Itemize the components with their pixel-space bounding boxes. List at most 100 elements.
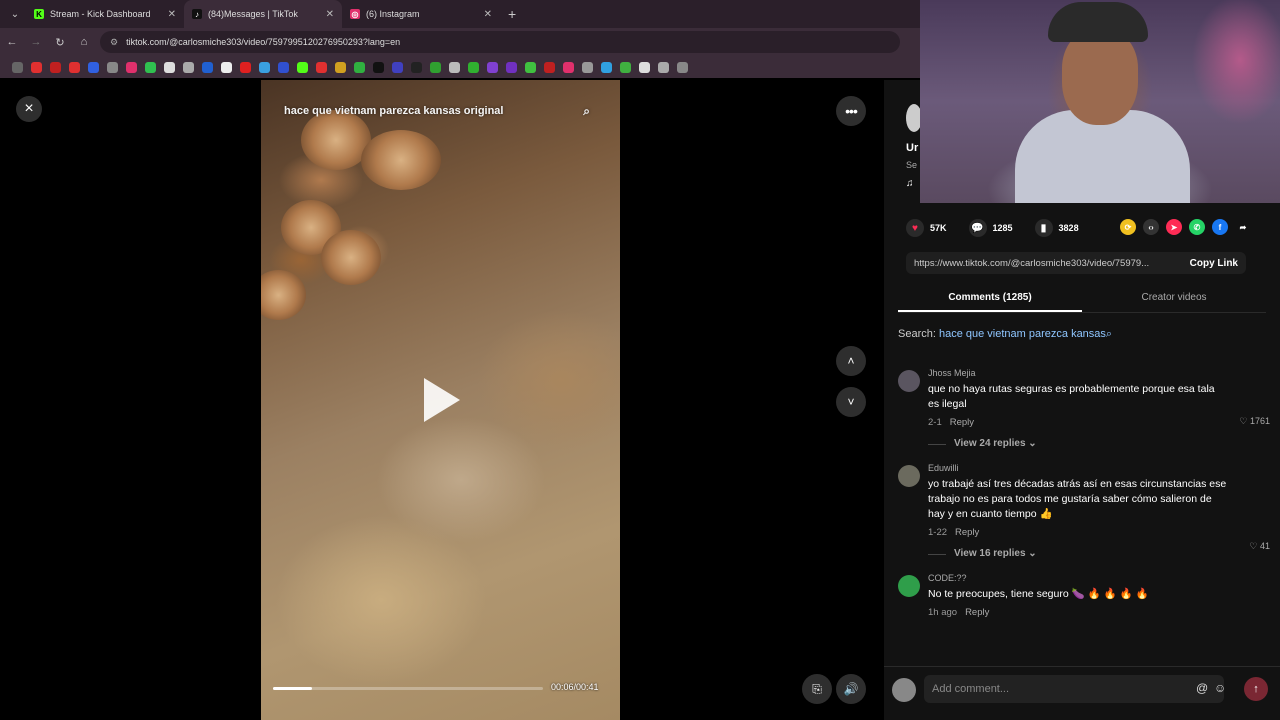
whatsapp-icon[interactable]: ✆: [1189, 219, 1205, 235]
video-search-suggestion[interactable]: hace que vietnam parezca kansas original…: [272, 98, 602, 124]
play-icon[interactable]: [424, 378, 460, 422]
copy-link-button[interactable]: Copy Link: [1190, 258, 1238, 269]
tab-comments[interactable]: Comments (1285): [898, 285, 1082, 312]
bookmark-icon[interactable]: [449, 61, 460, 73]
home-icon[interactable]: ⌂: [72, 36, 96, 48]
more-options-button[interactable]: •••: [836, 96, 866, 126]
bookmark-icon[interactable]: [50, 61, 61, 73]
bookmark-icon[interactable]: [677, 61, 688, 73]
view-replies-button[interactable]: View 24 replies ⌄: [928, 438, 1270, 449]
bookmark-icon[interactable]: [658, 61, 669, 73]
reply-button[interactable]: Reply: [950, 417, 974, 428]
bookmark-icon[interactable]: [468, 61, 479, 73]
comment-input[interactable]: [924, 675, 1224, 703]
close-tab-icon[interactable]: ✕: [168, 9, 176, 20]
bookmark-icon[interactable]: [582, 61, 593, 73]
reply-button[interactable]: Reply: [965, 607, 989, 618]
video-progress-fill: [273, 687, 313, 690]
site-info-icon[interactable]: ⚙: [110, 37, 118, 48]
kick-icon: K: [34, 9, 44, 19]
bookmark-icon[interactable]: [278, 61, 289, 73]
volume-button[interactable]: 🔊: [836, 674, 866, 704]
back-icon[interactable]: ←: [0, 36, 24, 48]
embed-icon[interactable]: ‹›: [1143, 219, 1159, 235]
close-tab-icon[interactable]: ✕: [326, 9, 334, 20]
search-term-link[interactable]: hace que vietnam parezca kansas: [939, 328, 1106, 340]
bookmark-icon[interactable]: [601, 61, 612, 73]
bookmark-icon[interactable]: [202, 61, 213, 73]
bookmark-icon[interactable]: [373, 61, 384, 73]
video-time: 00:06/00:41: [551, 682, 599, 692]
comment-likes[interactable]: ♡ 1761: [1239, 416, 1270, 427]
tab-title: (6) Instagram: [366, 9, 420, 19]
bookmark-icon[interactable]: [354, 61, 365, 73]
mention-icon[interactable]: @: [1196, 681, 1208, 695]
comment-author[interactable]: Jhoss Mejia: [928, 368, 1270, 378]
bookmark-icon[interactable]: [107, 61, 118, 73]
reload-icon[interactable]: ↻: [48, 36, 72, 49]
bookmark-icon[interactable]: [430, 61, 441, 73]
bookmark-icon[interactable]: [145, 61, 156, 73]
bookmark-icon[interactable]: [221, 61, 232, 73]
bookmark-icon[interactable]: [164, 61, 175, 73]
bookmark-icon[interactable]: [316, 61, 327, 73]
like-button[interactable]: ♥ 57K: [906, 219, 947, 237]
view-replies-button[interactable]: View 16 replies ⌄: [928, 548, 1270, 559]
author-name[interactable]: Ur: [906, 142, 918, 154]
video-link[interactable]: https://www.tiktok.com/@carlosmiche303/v…: [914, 258, 1182, 269]
forward-icon[interactable]: →: [24, 36, 48, 48]
facebook-icon[interactable]: f: [1212, 219, 1228, 235]
bookmark-icon[interactable]: [487, 61, 498, 73]
bookmark-icon[interactable]: [297, 61, 308, 73]
previous-video-button[interactable]: ˄: [836, 346, 866, 376]
save-button[interactable]: ▮ 3828: [1034, 219, 1079, 237]
comment-meta: 1h ago Reply: [928, 607, 1270, 618]
new-tab-button[interactable]: +: [508, 6, 516, 22]
bookmark-icon[interactable]: [620, 61, 631, 73]
comment-button[interactable]: 💬 1285: [968, 219, 1013, 237]
browser-tab-kick[interactable]: K Stream - Kick Dashboard ✕: [26, 0, 184, 28]
avatar[interactable]: [898, 370, 920, 392]
bookmark-icon[interactable]: [31, 61, 42, 73]
bookmark-icon[interactable]: [563, 61, 574, 73]
browser-tab-instagram[interactable]: ◎ (6) Instagram ✕: [342, 0, 500, 28]
bookmark-icon[interactable]: [392, 61, 403, 73]
send-comment-button[interactable]: ↑: [1244, 677, 1268, 701]
video-progress-bar[interactable]: [273, 687, 543, 690]
comment-like-count: 1761: [1249, 416, 1270, 426]
bookmark-icon[interactable]: [335, 61, 346, 73]
repost-icon[interactable]: ⟳: [1120, 219, 1136, 235]
apps-icon[interactable]: [12, 61, 23, 73]
close-tab-icon[interactable]: ✕: [484, 9, 492, 20]
browser-tab-tiktok[interactable]: ♪ (84)Messages | TikTok ✕: [184, 0, 342, 28]
captions-button[interactable]: ⎘: [802, 674, 832, 704]
bookmark-icon[interactable]: [259, 61, 270, 73]
bookmark-icon[interactable]: [411, 61, 422, 73]
bookmark-icon[interactable]: [69, 61, 80, 73]
avatar[interactable]: [898, 575, 920, 597]
bookmark-icon[interactable]: [544, 61, 555, 73]
tab-creator-videos[interactable]: Creator videos: [1082, 285, 1266, 312]
avatar[interactable]: [898, 465, 920, 487]
reply-button[interactable]: Reply: [955, 527, 979, 538]
search-icon[interactable]: ⌕: [1106, 328, 1112, 340]
bookmark-icon[interactable]: [506, 61, 517, 73]
send-to-friends-icon[interactable]: ➤: [1166, 219, 1182, 235]
bookmark-icon[interactable]: [183, 61, 194, 73]
bookmark-icon[interactable]: [639, 61, 650, 73]
next-video-button[interactable]: ˅: [836, 387, 866, 417]
share-arrow-icon[interactable]: ➦: [1235, 219, 1251, 235]
bookmark-icon[interactable]: [525, 61, 536, 73]
comment-author[interactable]: Eduwilli: [928, 463, 1270, 473]
emoji-icon[interactable]: ☺: [1214, 681, 1226, 695]
comment-author[interactable]: CODE:??: [928, 573, 1270, 583]
search-icon[interactable]: ⌕: [583, 104, 590, 119]
tab-search-button[interactable]: ⌄: [4, 3, 26, 25]
url-field[interactable]: ⚙ tiktok.com/@carlosmiche303/video/75979…: [100, 31, 900, 53]
bookmark-icon[interactable]: [240, 61, 251, 73]
bookmark-icon[interactable]: [126, 61, 137, 73]
video-player[interactable]: hace que vietnam parezca kansas original…: [261, 80, 620, 720]
music-icon[interactable]: ♫: [906, 178, 914, 189]
close-video-button[interactable]: ×: [16, 96, 42, 122]
bookmark-icon[interactable]: [88, 61, 99, 73]
